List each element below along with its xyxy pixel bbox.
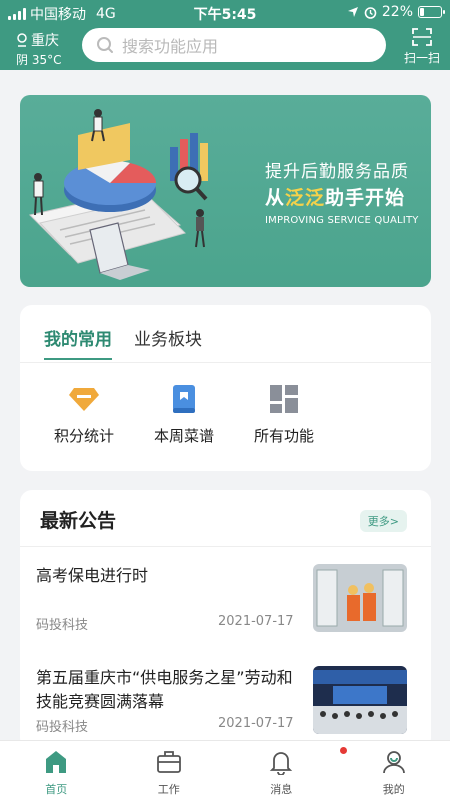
news-title: 第五届重庆市“供电服务之星”劳动和技能竞赛圆满落幕 — [36, 668, 293, 711]
tab-label: 工作 — [157, 783, 180, 796]
grid-icon — [268, 383, 300, 415]
tab-messages[interactable]: 消息 — [225, 741, 347, 800]
banner-illustration — [29, 109, 208, 280]
city-label: 重庆 — [31, 33, 59, 49]
battery-icon — [418, 6, 445, 18]
banner-english-caption: IMPROVING SERVICE QUALITY — [265, 215, 419, 226]
tab-label: 我的 — [382, 783, 405, 796]
location-weather[interactable]: 重庆 阴 35°C — [16, 30, 70, 68]
banner-slogan: 从泛泛助手开始 — [265, 183, 405, 210]
search-input[interactable]: 搜索功能应用 — [82, 28, 386, 62]
news-date: 2021-07-17 — [218, 716, 294, 731]
scan-icon — [412, 28, 432, 46]
search-placeholder: 搜索功能应用 — [122, 37, 219, 56]
banner-headline: 提升后勤服务品质 — [265, 162, 409, 182]
weather-label: 阴 35°C — [16, 53, 62, 67]
user-icon — [382, 751, 405, 774]
news-item[interactable]: 高考保电进行时 码投科技 2021-07-17 — [36, 564, 411, 634]
news-item[interactable]: 第五届重庆市“供电服务之星”劳动和技能竞赛圆满落幕 码投科技 2021-07-1… — [36, 666, 411, 736]
app-label: 积分统计 — [53, 427, 114, 445]
slogan-prefix: 从 — [265, 187, 286, 209]
bottom-tab-bar: 首页 工作 消息 我的 — [0, 740, 450, 800]
news-thumbnail — [313, 666, 407, 734]
tab-home[interactable]: 首页 — [0, 741, 113, 800]
apps-tabs: 我的常用 业务板块 — [44, 325, 202, 360]
promo-banner[interactable]: 提升后勤服务品质 从泛泛助手开始 IMPROVING SERVICE QUALI… — [20, 95, 431, 287]
app-points-stats[interactable]: 积分统计 — [34, 383, 134, 446]
divider — [20, 546, 431, 547]
search-icon — [97, 37, 113, 53]
news-source: 码投科技 — [36, 720, 89, 735]
more-button[interactable]: 更多> — [359, 510, 407, 532]
slogan-highlight: 泛泛 — [285, 187, 326, 209]
status-bar: 中国移动 4G 下午5:45 22% — [0, 0, 450, 26]
diamond-icon — [68, 383, 100, 415]
tab-label: 首页 — [45, 783, 68, 796]
home-icon — [46, 751, 67, 773]
news-date: 2021-07-17 — [218, 614, 294, 629]
announcements-title: 最新公告 — [40, 510, 117, 532]
tab-profile[interactable]: 我的 — [338, 741, 450, 800]
scan-button[interactable]: 扫一扫 — [402, 28, 442, 66]
app-all-functions[interactable]: 所有功能 — [234, 383, 334, 446]
announcements-card: 最新公告 更多> 高考保电进行时 码投科技 2021-07-17 第五届重庆市“… — [20, 490, 431, 750]
tab-label: 消息 — [270, 783, 293, 796]
scan-label: 扫一扫 — [403, 51, 440, 65]
book-icon — [168, 383, 200, 415]
alarm-icon — [364, 6, 377, 19]
common-apps-card: 我的常用 业务板块 积分统计 本周菜谱 所有功能 — [20, 305, 431, 471]
location-arrow-icon — [347, 7, 358, 17]
tab-work[interactable]: 工作 — [113, 741, 226, 800]
location-pin-icon — [17, 33, 27, 47]
news-source: 码投科技 — [36, 618, 89, 633]
slogan-suffix: 助手开始 — [325, 187, 406, 209]
app-header: 重庆 阴 35°C 搜索功能应用 扫一扫 — [0, 26, 450, 70]
tab-business[interactable]: 业务板块 — [134, 325, 202, 360]
app-label: 本周菜谱 — [153, 427, 214, 445]
news-thumbnail — [313, 564, 407, 632]
tab-my-common[interactable]: 我的常用 — [44, 325, 112, 360]
app-grid: 积分统计 本周菜谱 所有功能 — [34, 383, 334, 446]
app-weekly-menu[interactable]: 本周菜谱 — [134, 383, 234, 446]
app-label: 所有功能 — [253, 427, 314, 445]
briefcase-icon — [156, 751, 181, 773]
battery-percent: 22% — [381, 4, 413, 20]
bell-icon — [270, 752, 293, 776]
divider — [20, 362, 431, 363]
news-title: 高考保电进行时 — [36, 566, 149, 585]
